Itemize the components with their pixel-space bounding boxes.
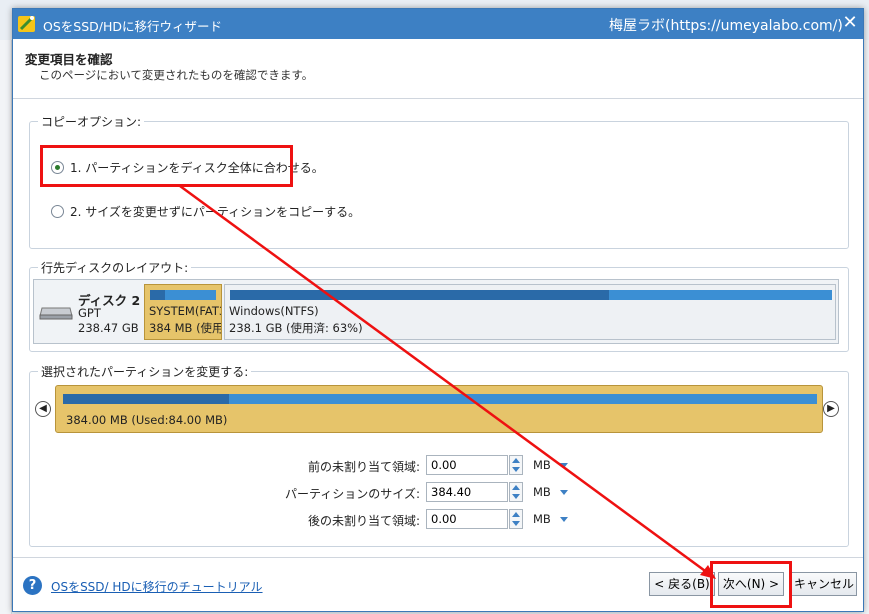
scroll-right-icon[interactable]: ▶ [823, 401, 839, 417]
size-unit-dropdown-icon[interactable] [560, 490, 568, 495]
partition-size-row: パーティションのサイズ: MB [263, 482, 583, 504]
partition-size-spinner[interactable] [509, 482, 523, 502]
option-copy-no-resize-label: 2. サイズを変更せずにパーティションをコピーする。 [70, 205, 361, 219]
after-unit-dropdown-icon[interactable] [560, 517, 568, 522]
selected-partition-used [63, 394, 229, 404]
after-unit: MB [533, 512, 551, 526]
partition-windows-used [230, 290, 610, 300]
option-copy-no-resize[interactable]: 2. サイズを変更せずにパーティションをコピーする。 [51, 203, 360, 220]
edit-partition-legend: 選択されたパーティションを変更する: [41, 365, 249, 379]
page-subtitle: このページにおいて変更されたものを確認できます。 [39, 68, 314, 82]
window-title: OSをSSD/HDに移行ウィザード [43, 19, 223, 34]
partition-windows-bar [230, 290, 832, 300]
after-unallocated-label: 後の未割り当て領域: [307, 514, 420, 528]
cancel-button[interactable]: キャンセル [791, 572, 857, 596]
after-unallocated-input[interactable] [426, 509, 508, 529]
wizard-wand-icon [18, 16, 35, 32]
before-unit-dropdown-icon[interactable] [560, 463, 568, 468]
partition-windows-name: Windows(NTFS) [229, 304, 319, 318]
annotation-highlight-option [40, 145, 293, 187]
after-unallocated-spinner[interactable] [509, 509, 523, 529]
page-header: 変更項目を確認 このページにおいて変更されたものを確認できます。 [13, 39, 863, 99]
annotation-highlight-next [710, 561, 792, 608]
close-icon[interactable]: ✕ [839, 12, 861, 34]
background-app-left [0, 40, 12, 614]
partition-system-name: SYSTEM(FAT32) [149, 304, 221, 318]
help-question-icon[interactable]: ? [23, 576, 42, 595]
size-unit: MB [533, 485, 551, 499]
partition-system-bar [150, 290, 216, 300]
footer-divider [13, 557, 863, 558]
partition-windows[interactable]: Windows(NTFS) 238.1 GB (使用済: 63%) [224, 284, 836, 340]
partition-system[interactable]: SYSTEM(FAT32) 384 MB (使用済: 21%) [144, 284, 222, 340]
disk-info[interactable]: ディスク 2 GPT 238.47 GB [34, 280, 142, 343]
before-unit: MB [533, 458, 551, 472]
selected-partition-label: 384.00 MB (Used:84.00 MB) [66, 413, 228, 427]
before-unallocated-spinner[interactable] [509, 455, 523, 475]
partition-size-input[interactable] [426, 482, 508, 502]
disk-type: GPT [78, 306, 101, 320]
partition-system-used [150, 290, 165, 300]
before-unallocated-row: 前の未割り当て領域: MB [263, 455, 583, 477]
scroll-left-icon[interactable]: ◀ [35, 401, 51, 417]
selected-partition-bar[interactable]: 384.00 MB (Used:84.00 MB) [55, 385, 823, 433]
partition-system-info: 384 MB (使用済: 21%) [149, 321, 221, 335]
site-watermark: 梅屋ラボ(https://umeyalabo.com/) [609, 18, 843, 34]
layout-legend: 行先ディスクのレイアウト: [41, 261, 189, 275]
partition-size-label: パーティションのサイズ: [285, 487, 420, 501]
partition-windows-info: 238.1 GB (使用済: 63%) [229, 321, 363, 335]
after-unallocated-row: 後の未割り当て領域: MB [263, 509, 583, 531]
page-title: 変更項目を確認 [25, 52, 113, 67]
selected-partition-fill [63, 394, 817, 404]
back-button[interactable]: < 戻る(B) [649, 572, 715, 596]
disk-size: 238.47 GB [78, 321, 139, 335]
disk-layout-row: ディスク 2 GPT 238.47 GB SYSTEM(FAT32) 384 M… [33, 279, 839, 344]
title-bar: OSをSSD/HDに移行ウィザード 梅屋ラボ(https://umeyalabo… [13, 9, 863, 39]
before-unallocated-label: 前の未割り当て領域: [307, 460, 420, 474]
wizard-window: OSをSSD/HDに移行ウィザード 梅屋ラボ(https://umeyalabo… [12, 8, 864, 612]
before-unallocated-input[interactable] [426, 455, 508, 475]
tutorial-link[interactable]: OSをSSD/ HDに移行のチュートリアル [51, 578, 263, 595]
copy-options-legend: コピーオプション: [41, 115, 142, 129]
radio-unselected-icon[interactable] [51, 205, 64, 218]
hard-disk-icon [39, 307, 73, 320]
